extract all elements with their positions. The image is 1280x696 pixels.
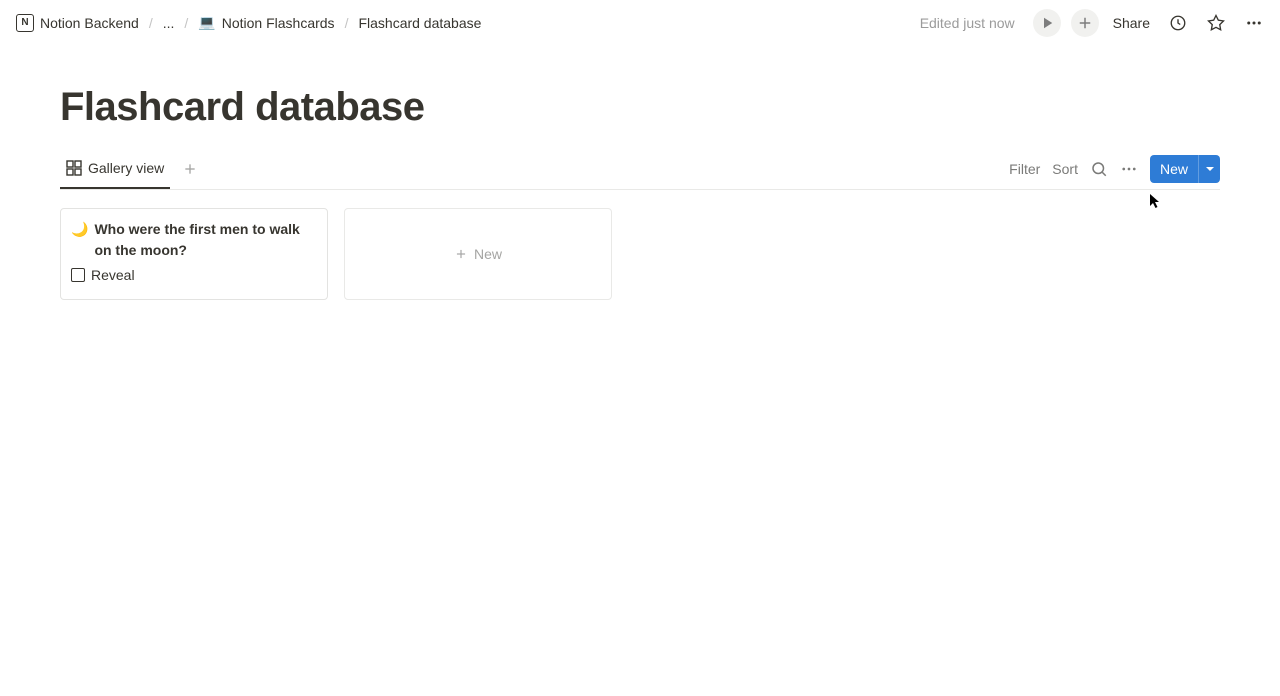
breadcrumb-root[interactable]: N Notion Backend	[12, 12, 143, 34]
filter-button[interactable]: Filter	[1009, 161, 1040, 177]
plus-icon	[454, 247, 468, 261]
new-card-button[interactable]: New	[344, 208, 612, 300]
breadcrumb-ellipsis-label: ...	[163, 15, 175, 31]
sort-button[interactable]: Sort	[1052, 161, 1078, 177]
breadcrumb-current-label: Flashcard database	[358, 15, 481, 31]
breadcrumb: N Notion Backend / ... / 💻 Notion Flashc…	[12, 12, 485, 34]
checkbox-icon[interactable]	[71, 268, 85, 282]
star-icon	[1207, 14, 1225, 32]
play-icon	[1038, 14, 1056, 32]
gallery-card[interactable]: 🌙 Who were the first men to walk on the …	[60, 208, 328, 300]
breadcrumb-root-label: Notion Backend	[40, 15, 139, 31]
plus-icon	[182, 161, 198, 177]
add-view-button[interactable]	[178, 157, 202, 181]
view-options-button[interactable]	[1120, 160, 1138, 178]
share-button[interactable]: Share	[1109, 13, 1154, 33]
new-button-label: New	[1150, 155, 1198, 183]
breadcrumb-ellipsis[interactable]: ...	[159, 13, 179, 33]
search-button[interactable]	[1090, 160, 1108, 178]
more-button[interactable]	[1240, 9, 1268, 37]
page-title[interactable]: Flashcard database	[60, 85, 1220, 130]
plus-icon	[1076, 14, 1094, 32]
view-tab-gallery[interactable]: Gallery view	[60, 148, 170, 189]
clock-icon	[1169, 14, 1187, 32]
more-horizontal-icon	[1245, 14, 1263, 32]
breadcrumb-current[interactable]: Flashcard database	[354, 13, 485, 33]
gallery-grid: 🌙 Who were the first men to walk on the …	[60, 190, 1220, 300]
favorite-button[interactable]	[1202, 9, 1230, 37]
view-tab-label: Gallery view	[88, 160, 164, 176]
play-button[interactable]	[1033, 9, 1061, 37]
notion-logo-icon: N	[16, 14, 34, 32]
new-card-label: New	[474, 246, 502, 262]
breadcrumb-separator: /	[345, 15, 349, 31]
more-horizontal-icon	[1120, 160, 1138, 178]
search-icon	[1090, 160, 1108, 178]
add-button[interactable]	[1071, 9, 1099, 37]
chevron-down-icon	[1205, 164, 1215, 174]
breadcrumb-separator: /	[149, 15, 153, 31]
card-reveal-label: Reveal	[91, 267, 135, 283]
new-button[interactable]: New	[1150, 155, 1220, 183]
updates-button[interactable]	[1164, 9, 1192, 37]
breadcrumb-separator: /	[184, 15, 188, 31]
breadcrumb-parent-label: Notion Flashcards	[222, 15, 335, 31]
edited-status: Edited just now	[920, 15, 1015, 31]
page-emoji-icon: 💻	[198, 14, 215, 31]
breadcrumb-parent[interactable]: 💻 Notion Flashcards	[194, 12, 338, 33]
card-title-text: Who were the first men to walk on the mo…	[94, 219, 315, 261]
card-emoji-icon: 🌙	[71, 219, 88, 240]
new-button-dropdown[interactable]	[1198, 155, 1220, 183]
gallery-icon	[66, 160, 82, 176]
card-reveal-property[interactable]: Reveal	[71, 267, 315, 283]
